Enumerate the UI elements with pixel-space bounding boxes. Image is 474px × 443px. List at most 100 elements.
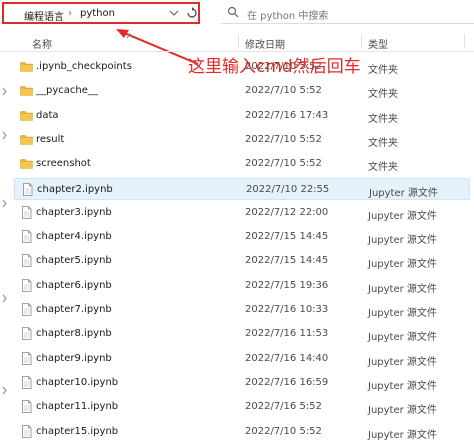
file-name: chapter11.ipynb [36, 401, 119, 413]
annotation-text: 这里输入cmd然后回车 [188, 57, 361, 77]
folder-icon [20, 133, 33, 146]
file-type: Jupyter 源文件 [368, 308, 437, 319]
file-date: 2022/7/12 22:00 [245, 206, 329, 218]
folder-icon [20, 109, 33, 122]
file-name: result [36, 133, 65, 145]
chevron-right-icon[interactable] [1, 294, 8, 303]
file-icon [20, 278, 33, 292]
file-row[interactable]: screenshot 2022/7/10 5:52 文件夹 [14, 153, 470, 175]
file-row[interactable]: chapter2.ipynb 2022/7/10 22:55 Jupyter 源文件 [14, 177, 470, 200]
file-type: Jupyter 源文件 [368, 405, 437, 417]
file-name: chapter3.ipynb [36, 206, 112, 218]
file-type: 文件夹 [368, 162, 398, 174]
chevron-right-icon[interactable] [1, 87, 8, 96]
column-name[interactable]: 名称 [32, 36, 52, 51]
file-date: 2022/7/10 5:52 [245, 133, 322, 145]
file-name: chapter15.ipynb [36, 425, 119, 437]
file-date: 2022/7/16 17:43 [245, 109, 329, 121]
file-type: Jupyter 源文件 [368, 283, 437, 295]
file-type: Jupyter 源文件 [368, 429, 437, 441]
file-type: 文件夹 [368, 65, 398, 76]
file-row[interactable]: chapter8.ipynb 2022/7/16 11:53 Jupyter 源文件 [14, 323, 470, 345]
file-type: Jupyter 源文件 [368, 332, 437, 344]
file-name: chapter5.ipynb [36, 255, 112, 267]
file-icon [20, 400, 33, 414]
folder-icon [20, 60, 33, 73]
file-name: chapter9.ipynb [36, 352, 112, 364]
file-date: 2022/7/16 11:53 [245, 328, 329, 340]
file-date: 2022/7/16 5:52 [245, 401, 322, 413]
file-date: 2022/7/16 10:33 [245, 304, 329, 315]
file-type: 文件夹 [368, 113, 398, 125]
file-icon [20, 230, 33, 243]
breadcrumb-python[interactable]: python [80, 8, 115, 19]
file-name: .ipynb_checkpoints [36, 61, 132, 72]
file-row[interactable]: chapter3.ipynb 2022/7/12 22:00 Jupyter 源文件 [14, 202, 470, 224]
file-row[interactable]: chapter7.ipynb 2022/7/16 10:33 Jupyter 源文件 [14, 299, 470, 321]
chevron-right-icon[interactable] [1, 131, 8, 140]
file-date: 2022/7/10 5:52 [245, 425, 322, 437]
file-name: chapter4.ipynb [36, 231, 112, 243]
file-row[interactable]: chapter9.ipynb 2022/7/16 14:40 Jupyter 源文件 [14, 348, 470, 370]
file-row[interactable]: chapter6.ipynb 2022/7/15 19:36 Jupyter 源文件 [14, 275, 470, 297]
top-bar: 编程语言 › python 在 python 中搜索 [0, 0, 474, 28]
file-date: 2022/7/15 19:36 [245, 279, 329, 291]
file-date: 2022/7/15 14:45 [245, 255, 329, 267]
folder-icon [20, 157, 33, 170]
file-icon [20, 351, 33, 365]
file-type: 文件夹 [368, 89, 398, 101]
chevron-right-icon[interactable] [1, 199, 8, 208]
file-name: __pycache__ [36, 85, 98, 97]
file-icon [20, 303, 33, 316]
file-name: chapter2.ipynb [37, 183, 113, 195]
file-date: 2022/7/10 5:52 [245, 158, 322, 170]
file-type: Jupyter 源文件 [368, 259, 437, 271]
file-row[interactable]: chapter4.ipynb 2022/7/15 14:45 Jupyter 源文件 [14, 226, 470, 248]
chevron-down-icon[interactable] [168, 7, 180, 19]
column-divider[interactable] [361, 34, 362, 49]
file-icon [20, 254, 33, 268]
file-name: chapter8.ipynb [36, 328, 112, 340]
file-name: chapter10.ipynb [36, 376, 119, 388]
search-icon [227, 6, 239, 18]
search-placeholder: 在 python 中搜索 [247, 11, 329, 22]
file-name: chapter7.ipynb [36, 304, 112, 315]
column-type[interactable]: 类型 [368, 36, 388, 51]
file-row[interactable]: chapter11.ipynb 2022/7/16 5:52 Jupyter 源文件 [14, 396, 470, 418]
breadcrumb-separator[interactable]: › [68, 8, 72, 19]
address-bar[interactable]: 编程语言 › python [2, 2, 200, 24]
column-header: 名称 修改日期 类型 [0, 32, 474, 52]
column-date[interactable]: 修改日期 [245, 36, 285, 51]
search-input[interactable]: 在 python 中搜索 [221, 2, 474, 24]
file-icon [20, 205, 33, 219]
file-date: 2022/7/10 22:55 [246, 183, 330, 195]
file-row[interactable]: data 2022/7/16 17:43 文件夹 [14, 105, 470, 127]
file-row[interactable]: chapter5.ipynb 2022/7/15 14:45 Jupyter 源文件 [14, 250, 470, 272]
sort-caret-icon [126, 33, 134, 39]
file-row[interactable]: result 2022/7/10 5:52 文件夹 [14, 129, 470, 151]
file-date: 2022/7/16 16:59 [245, 376, 329, 388]
file-name: screenshot [36, 158, 91, 170]
file-row[interactable]: chapter10.ipynb 2022/7/16 16:59 Jupyter 源文… [14, 372, 470, 394]
file-row[interactable]: chapter15.ipynb 2022/7/10 5:52 Jupyter 源文件 [14, 421, 470, 443]
file-date: 2022/7/16 14:40 [245, 352, 329, 364]
file-icon [20, 327, 33, 341]
file-type: Jupyter 源文件 [368, 235, 437, 247]
file-type: Jupyter 源文件 [369, 187, 438, 199]
file-type: Jupyter 源文件 [368, 380, 437, 392]
file-date: 2022/7/15 14:45 [245, 231, 329, 243]
folder-icon [20, 84, 33, 97]
file-type: Jupyter 源文件 [368, 356, 437, 368]
file-name: data [36, 109, 59, 121]
column-divider[interactable] [464, 34, 465, 49]
file-row[interactable]: __pycache__ 2022/7/10 5:52 文件夹 [14, 80, 470, 102]
file-icon [21, 182, 34, 196]
refresh-icon[interactable] [186, 7, 198, 19]
chevron-right-icon[interactable] [1, 386, 8, 395]
file-type: Jupyter 源文件 [368, 210, 437, 222]
file-icon [20, 424, 33, 438]
column-divider[interactable] [238, 34, 239, 49]
address-bar-inner: 编程语言 › python [4, 4, 198, 23]
file-name: chapter6.ipynb [36, 279, 112, 291]
breadcrumb-current[interactable]: 编程语言 [24, 8, 64, 23]
